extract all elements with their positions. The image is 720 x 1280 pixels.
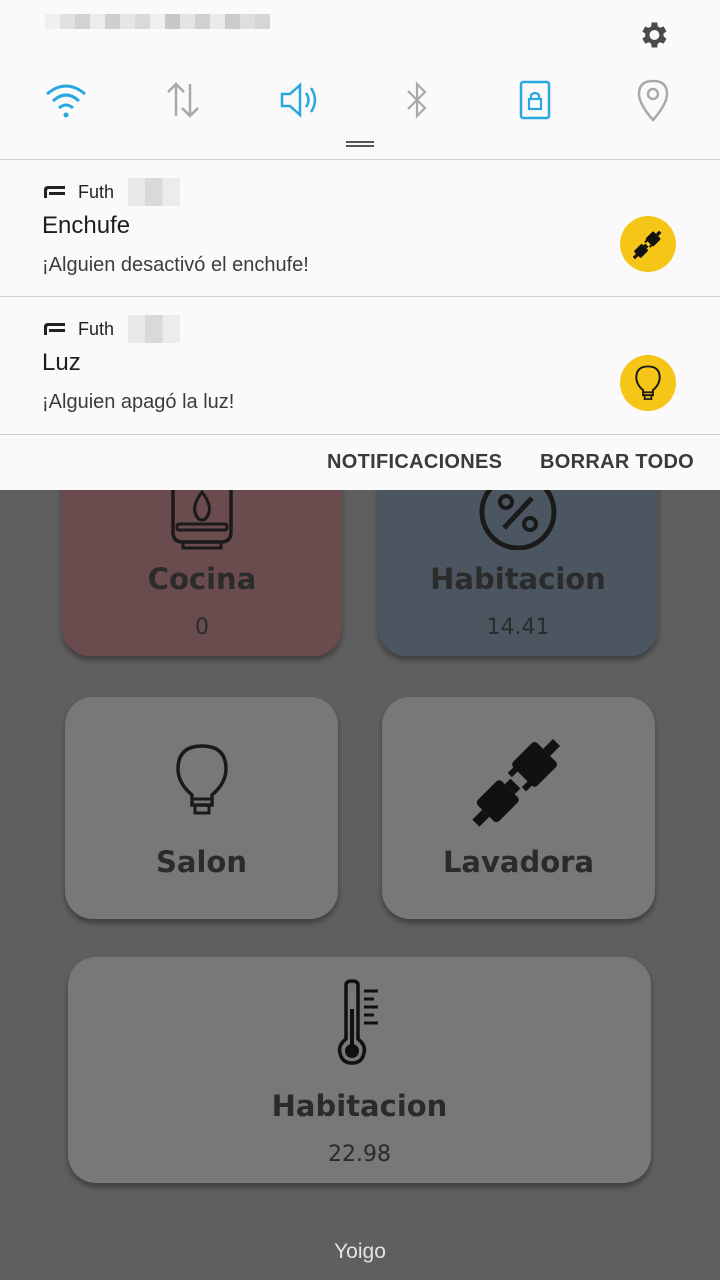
notification-header: Futh [42,315,181,343]
shade-drag-handle[interactable] [346,141,374,147]
plug-icon [471,738,560,827]
mobile-data-toggle[interactable] [153,72,213,128]
notification-card[interactable]: Futh Enchufe ¡Alguien desactivó el enchu… [0,159,720,297]
bluetooth-toggle[interactable] [387,72,447,128]
notification-title: Luz [42,349,81,376]
sound-icon [280,82,317,118]
app-name: Futh [78,181,115,202]
notification-text: ¡Alguien apagó la luz! [42,391,235,413]
settings-gear-icon[interactable] [636,18,670,52]
shade-actions: NOTIFICACIONES BORRAR TODO [0,434,720,490]
screen-lock-toggle[interactable] [505,72,565,128]
lightbulb-icon [175,744,228,815]
screen-lock-icon [519,80,551,120]
notification-large-icon [620,355,676,411]
notification-text: ¡Alguien desactivó el enchufe! [42,254,309,276]
notification-header: Futh [42,178,181,206]
card-title: Habitacion [271,1089,448,1123]
mobile-data-icon [167,82,199,118]
card-value: 14.41 [486,615,550,640]
thermometer-icon [337,979,378,1065]
blurred-timestamp [128,178,181,206]
notifications-settings-button[interactable]: NOTIFICACIONES [327,451,502,474]
app-name: Futh [78,318,115,339]
lightbulb-icon [635,365,661,400]
wifi-icon [46,84,86,118]
card-value: 22.98 [328,1142,391,1167]
sound-toggle[interactable] [270,72,330,128]
notification-title: Enchufe [42,212,131,239]
card-title: Lavadora [442,845,595,879]
location-icon [637,79,669,122]
app-icon [44,323,65,335]
card-salon[interactable]: Salon [65,697,338,919]
notification-shade: Futh Enchufe ¡Alguien desactivó el enchu… [0,0,720,490]
app-icon [44,186,65,198]
card-lavadora[interactable]: Lavadora [382,697,655,919]
card-title: Cocina [147,562,257,596]
notification-large-icon [620,216,676,272]
blurred-status-bar [45,14,270,29]
carrier-label: Yoigo [334,1240,386,1263]
location-toggle[interactable] [623,72,683,128]
clear-all-button[interactable]: BORRAR TODO [540,451,694,474]
plug-icon [632,230,662,260]
bluetooth-icon [407,81,427,119]
card-title: Habitacion [430,562,606,596]
wifi-toggle[interactable] [36,72,96,128]
notification-card[interactable]: Futh Luz ¡Alguien apagó la luz! [0,296,720,435]
blurred-timestamp [128,315,181,343]
card-habitacion-temperature[interactable]: Habitacion 22.98 [68,957,651,1183]
card-title: Salon [156,845,247,879]
card-value: 0 [195,615,209,640]
